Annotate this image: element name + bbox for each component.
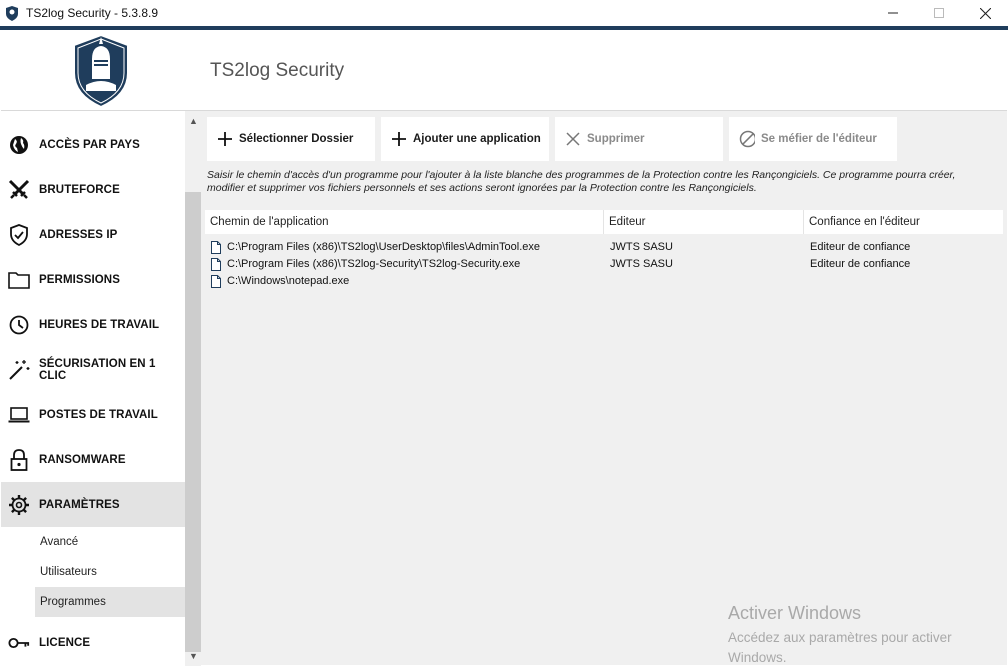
sidebar-item-label: PERMISSIONS xyxy=(39,273,120,286)
sidebar-item-label: ACCÈS PAR PAYS xyxy=(39,138,140,151)
sidebar-scroll-thumb[interactable] xyxy=(185,192,201,652)
gear-icon xyxy=(8,494,30,516)
key-icon xyxy=(8,632,30,654)
file-icon xyxy=(211,275,221,288)
sidebar-item-ransomware[interactable]: RANSOMWARE xyxy=(1,437,185,482)
editor-cell: JWTS SASU xyxy=(610,241,673,253)
swords-icon xyxy=(8,179,30,201)
editor-cell: JWTS SASU xyxy=(610,258,673,270)
clock-icon xyxy=(8,314,30,336)
select-folder-label: Sélectionner Dossier xyxy=(239,133,354,145)
folder-icon xyxy=(8,269,30,291)
plus-icon xyxy=(217,131,233,147)
sidebar-item-label: RANSOMWARE xyxy=(39,453,126,466)
sidebar-subitem-avance[interactable]: Avancé xyxy=(1,527,185,557)
sidebar-item-label: ADRESSES IP xyxy=(39,228,118,241)
programs-table: Chemin de l'application Editeur Confianc… xyxy=(205,210,1003,290)
x-icon xyxy=(565,131,581,147)
lock-icon xyxy=(8,448,30,471)
path-text: C:\Windows\notepad.exe xyxy=(227,275,350,287)
add-application-button[interactable]: Ajouter une application xyxy=(381,117,549,161)
close-icon xyxy=(979,7,991,19)
app-header: TS2log Security xyxy=(1,30,1007,111)
knight-shield-logo xyxy=(73,33,129,109)
distrust-editor-label: Se méfier de l'éditeur xyxy=(761,133,877,145)
sidebar-subitem-utilisateurs[interactable]: Utilisateurs xyxy=(1,557,185,587)
help-text: Saisir le chemin d'accès d'un programme … xyxy=(207,169,956,194)
path-text: C:\Program Files (x86)\TS2log-Security\T… xyxy=(227,258,521,270)
scroll-down-arrow-icon[interactable]: ▼ xyxy=(189,651,198,661)
sidebar-subitem-label: Utilisateurs xyxy=(40,566,97,578)
delete-label: Supprimer xyxy=(587,133,645,145)
sidebar-item-bruteforce[interactable]: BRUTEFORCE xyxy=(1,167,185,212)
prohibited-icon xyxy=(739,130,755,148)
sidebar-item-heures-de-travail[interactable]: HEURES DE TRAVAIL xyxy=(1,302,185,347)
sidebar-subitem-label: Avancé xyxy=(40,536,79,548)
table-header: Chemin de l'application Editeur Confianc… xyxy=(205,210,1003,234)
trust-cell: Editeur de confiance xyxy=(810,258,911,270)
column-header-path[interactable]: Chemin de l'application xyxy=(205,210,604,234)
trust-cell: Editeur de confiance xyxy=(810,241,911,253)
app-shield-icon xyxy=(6,6,18,21)
path-text: C:\Program Files (x86)\TS2log\UserDeskto… xyxy=(227,241,541,253)
maximize-button[interactable] xyxy=(916,0,962,26)
sidebar: ACCÈS PAR PAYS BRUTEFORCE ADRESSES IP PE… xyxy=(1,111,185,665)
sidebar-item-label: BRUTEFORCE xyxy=(39,183,120,196)
minimize-button[interactable] xyxy=(870,0,916,26)
table-row[interactable]: C:\Program Files (x86)\TS2log-Security\T… xyxy=(205,256,1003,273)
sidebar-item-postes-de-travail[interactable]: POSTES DE TRAVAIL xyxy=(1,392,185,437)
sidebar-item-label: SÉCURISATION EN 1 CLIC xyxy=(39,357,156,382)
sidebar-item-securisation-1-clic[interactable]: SÉCURISATION EN 1 CLIC xyxy=(1,347,185,392)
app-title: TS2log Security xyxy=(210,60,345,81)
laptop-icon xyxy=(8,404,30,426)
sidebar-item-label: PARAMÈTRES xyxy=(39,498,120,511)
file-icon xyxy=(211,241,221,254)
column-header-trust[interactable]: Confiance en l'éditeur xyxy=(804,210,1003,234)
path-cell: C:\Program Files (x86)\TS2log-Security\T… xyxy=(211,256,520,273)
distrust-editor-button[interactable]: Se méfier de l'éditeur xyxy=(729,117,897,161)
scroll-up-arrow-icon[interactable]: ▲ xyxy=(189,116,198,126)
file-icon xyxy=(211,258,221,271)
select-folder-button[interactable]: Sélectionner Dossier xyxy=(207,117,375,161)
path-cell: C:\Program Files (x86)\TS2log\UserDeskto… xyxy=(211,239,540,256)
close-button[interactable] xyxy=(962,0,1008,26)
minimize-icon xyxy=(888,12,898,14)
column-header-editor[interactable]: Editeur xyxy=(604,210,804,234)
sidebar-item-label: HEURES DE TRAVAIL xyxy=(39,318,160,331)
window-title: TS2log Security - 5.3.8.9 xyxy=(26,6,159,20)
add-application-label: Ajouter une application xyxy=(413,133,541,145)
main-content: Sélectionner Dossier Ajouter une applica… xyxy=(201,111,1007,665)
sidebar-subitem-label: Programmes xyxy=(40,596,106,608)
window-title-bar: TS2log Security - 5.3.8.9 xyxy=(0,0,1008,26)
globe-icon xyxy=(8,134,30,156)
sidebar-item-parametres[interactable]: PARAMÈTRES xyxy=(1,482,185,527)
shield-check-icon xyxy=(8,223,30,246)
maximize-icon xyxy=(934,8,944,18)
table-row[interactable]: C:\Program Files (x86)\TS2log\UserDeskto… xyxy=(205,239,1003,256)
plus-icon xyxy=(391,131,407,147)
sidebar-item-acces-par-pays[interactable]: ACCÈS PAR PAYS xyxy=(1,122,185,167)
sidebar-item-licence[interactable]: LICENCE xyxy=(1,620,185,665)
magic-wand-icon xyxy=(8,359,30,381)
activation-watermark-subtitle: Accédez aux paramètres pour activer Wind… xyxy=(728,630,952,665)
sidebar-item-permissions[interactable]: PERMISSIONS xyxy=(1,257,185,302)
sidebar-item-label: LICENCE xyxy=(39,636,91,649)
path-cell: C:\Windows\notepad.exe xyxy=(211,273,349,290)
table-row[interactable]: C:\Windows\notepad.exe xyxy=(205,273,1003,290)
delete-button[interactable]: Supprimer xyxy=(555,117,723,161)
sidebar-item-adresses-ip[interactable]: ADRESSES IP xyxy=(1,212,185,257)
activation-watermark-title: Activer Windows xyxy=(728,603,862,623)
sidebar-item-label: POSTES DE TRAVAIL xyxy=(39,408,158,421)
sidebar-subitem-programmes[interactable]: Programmes xyxy=(35,587,185,617)
